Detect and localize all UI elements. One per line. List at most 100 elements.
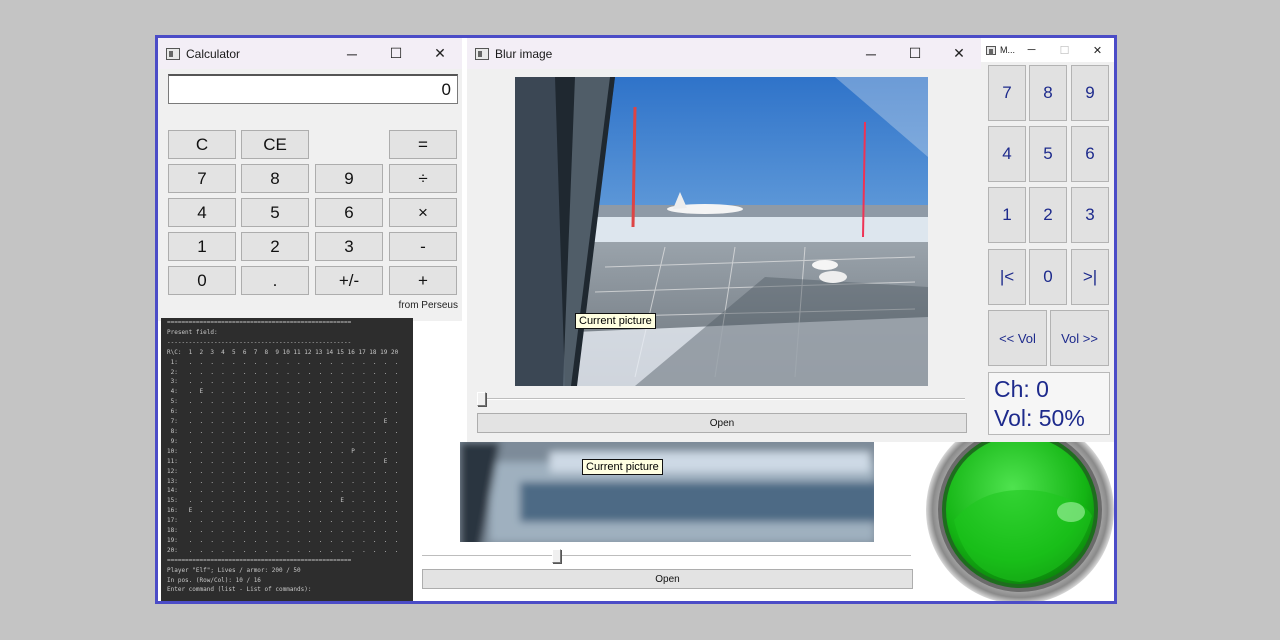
media-titlebar[interactable]: M... ─ ☐ ✕: [981, 38, 1114, 62]
digit-4-button[interactable]: 4: [168, 198, 236, 227]
maximize-icon[interactable]: ☐: [893, 38, 937, 69]
digit-9-button[interactable]: 9: [315, 164, 383, 193]
console-line: 17: . . . . . . . . . . . . . . . . . . …: [167, 517, 399, 525]
current-picture-tooltip-2: Current picture: [582, 459, 663, 475]
console-line: ----------------------------------------…: [167, 338, 352, 346]
blur2-slider-thumb[interactable]: [551, 549, 561, 563]
console-line: 12: . . . . . . . . . . . . . . . . . . …: [167, 467, 399, 475]
blur-slider-track[interactable]: [477, 398, 965, 400]
console-line: 11: . . . . . . . . . . . . . . . . . . …: [167, 457, 399, 465]
digit-0-button[interactable]: 0: [168, 266, 236, 295]
current-picture-tooltip: Current picture: [575, 313, 656, 329]
media-digit-3[interactable]: 3: [1071, 187, 1109, 243]
digit-3-button[interactable]: 3: [315, 232, 383, 261]
media-title: M...: [1000, 45, 1015, 55]
maximize-icon: ☐: [1059, 44, 1070, 57]
calculator-window: Calculator ─ ☐ ✕ 0 C CE = 7 8 9 ÷ 4 5 6 …: [158, 38, 462, 321]
digit-6-button[interactable]: 6: [315, 198, 383, 227]
app-icon: [986, 45, 996, 55]
media-digit-9[interactable]: 9: [1071, 65, 1109, 121]
console-line: In pos. (Row/Col): 10 / 16: [167, 576, 261, 584]
blurred-photo-image: [460, 442, 874, 542]
app-icon: [475, 47, 489, 60]
blur-image-window: Blur image ─ ☐ ✕ Current picture Open: [467, 38, 981, 442]
blur-slider-thumb[interactable]: [477, 392, 486, 406]
media-control-window: M... ─ ☐ ✕ 7 8 9 4 5 6 1 2 3 |< 0 >| << …: [981, 38, 1114, 442]
desktop-frame: Calculator ─ ☐ ✕ 0 C CE = 7 8 9 ÷ 4 5 6 …: [155, 35, 1117, 604]
digit-7-button[interactable]: 7: [168, 164, 236, 193]
console-line: 10: . . . . . . . . . . . . . . . P . . …: [167, 447, 399, 455]
media-status-panel: Ch: 0 Vol: 50%: [988, 372, 1110, 435]
console-line: 19: . . . . . . . . . . . . . . . . . . …: [167, 536, 399, 544]
media-digit-0[interactable]: 0: [1029, 249, 1067, 305]
channel-readout: Ch: 0: [994, 376, 1049, 402]
clear-entry-button[interactable]: CE: [241, 130, 309, 159]
console-line: 18: . . . . . . . . . . . . . . . . . . …: [167, 527, 399, 535]
media-digit-7[interactable]: 7: [988, 65, 1026, 121]
console-line: 20: . . . . . . . . . . . . . . . . . . …: [167, 546, 399, 554]
divide-button[interactable]: ÷: [389, 164, 457, 193]
console-line: 5: . . . . . . . . . . . . . . . . . . .…: [167, 398, 399, 406]
close-icon[interactable]: ✕: [1081, 38, 1114, 62]
volume-readout: Vol: 50%: [994, 405, 1085, 431]
console-line: 16: E . . . . . . . . . . . . . . . . . …: [167, 507, 399, 515]
console-line: Enter command (list - List of commands):: [167, 586, 312, 594]
console-line: 13: . . . . . . . . . . . . . . . . . . …: [167, 477, 399, 485]
media-digit-1[interactable]: 1: [988, 187, 1026, 243]
console-line: 9: . . . . . . . . . . . . . . . . . . .…: [167, 437, 399, 445]
green-power-button[interactable]: [926, 442, 1114, 601]
digit-5-button[interactable]: 5: [241, 198, 309, 227]
console-window[interactable]: ========================================…: [161, 318, 413, 601]
app-icon: [166, 47, 180, 60]
digit-8-button[interactable]: 8: [241, 164, 309, 193]
console-line: 1: . . . . . . . . . . . . . . . . . . .…: [167, 358, 399, 366]
console-line: R\C: 1 2 3 4 5 6 7 8 9 10 11 12 13 14 15…: [167, 348, 399, 356]
console-line: 7: . . . . . . . . . . . . . . . . . . E…: [167, 418, 399, 426]
airport-photo: [515, 77, 928, 386]
volume-down-button[interactable]: << Vol: [988, 310, 1047, 366]
minimize-icon[interactable]: ─: [849, 38, 893, 69]
media-digit-8[interactable]: 8: [1029, 65, 1067, 121]
blur2-slider-track[interactable]: [422, 555, 911, 557]
minimize-icon[interactable]: ─: [1015, 38, 1048, 62]
console-line: 8: . . . . . . . . . . . . . . . . . . .…: [167, 427, 399, 435]
console-line: Player "Elf"; Lives / armor: 200 / 50: [167, 566, 301, 574]
plus-button[interactable]: +: [389, 266, 457, 295]
blur-title: Blur image: [495, 46, 553, 61]
minimize-icon[interactable]: ─: [330, 38, 374, 69]
media-digit-4[interactable]: 4: [988, 126, 1026, 182]
negate-button[interactable]: +/-: [315, 266, 383, 295]
close-icon[interactable]: ✕: [937, 38, 981, 69]
multiply-button[interactable]: ×: [389, 198, 457, 227]
clear-button[interactable]: C: [168, 130, 236, 159]
console-line: 2: . . . . . . . . . . . . . . . . . . .…: [167, 368, 399, 376]
console-line: 15: . . . . . . . . . . . . . . E . . . …: [167, 497, 399, 505]
media-digit-6[interactable]: 6: [1071, 126, 1109, 182]
open-button[interactable]: Open: [477, 413, 967, 433]
console-line: 4: . E . . . . . . . . . . . . . . . . .…: [167, 388, 399, 396]
blurred-photo: [460, 442, 874, 542]
maximize-icon[interactable]: ☐: [374, 38, 418, 69]
volume-up-button[interactable]: Vol >>: [1050, 310, 1109, 366]
equals-button[interactable]: =: [389, 130, 457, 159]
digit-1-button[interactable]: 1: [168, 232, 236, 261]
console-line: Present field:: [167, 328, 218, 336]
console-line: ========================================…: [167, 556, 352, 564]
minus-button[interactable]: -: [389, 232, 457, 261]
console-line: 14: . . . . . . . . . . . . . . . . . . …: [167, 487, 399, 495]
previous-channel-button[interactable]: |<: [988, 249, 1026, 305]
media-digit-2[interactable]: 2: [1029, 187, 1067, 243]
next-channel-button[interactable]: >|: [1071, 249, 1109, 305]
console-line: 6: . . . . . . . . . . . . . . . . . . .…: [167, 408, 399, 416]
open-button-2[interactable]: Open: [422, 569, 913, 589]
console-line: 3: . . . . . . . . . . . . . . . . . . .…: [167, 378, 399, 386]
decimal-button[interactable]: .: [241, 266, 309, 295]
blur-titlebar[interactable]: Blur image ─ ☐ ✕: [467, 38, 981, 69]
close-icon[interactable]: ✕: [418, 38, 462, 69]
airport-photo-image: [515, 77, 928, 386]
calculator-titlebar[interactable]: Calculator ─ ☐ ✕: [158, 38, 462, 69]
media-digit-5[interactable]: 5: [1029, 126, 1067, 182]
console-line: ========================================…: [167, 319, 352, 326]
calculator-display[interactable]: 0: [168, 74, 458, 104]
digit-2-button[interactable]: 2: [241, 232, 309, 261]
